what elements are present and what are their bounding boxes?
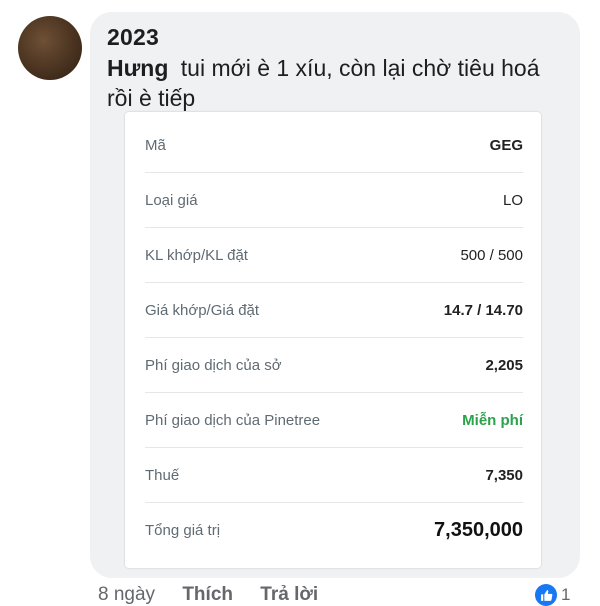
order-row-value: 2,205 (485, 356, 523, 374)
order-row-price-type: Loại giá LO (145, 173, 523, 228)
order-row-volume: KL khớp/KL đặt 500 / 500 (145, 228, 523, 283)
comment-actions: 8 ngày Thích Trả lời (98, 584, 340, 606)
order-row-exchange-fee: Phí giao dịch của sở 2,205 (145, 338, 523, 393)
comment-author-name[interactable]: Hưng (107, 55, 168, 81)
order-row-value: LO (502, 191, 523, 209)
order-row-label: Tổng giá trị (145, 521, 221, 539)
order-row-label: Phí giao dịch của sở (145, 356, 282, 374)
order-row-value: 7,350 (485, 466, 523, 484)
order-row-value: Miễn phí (462, 411, 523, 429)
comment-text: tui mới è 1 xíu, còn lại chờ tiêu hoá rồ… (107, 55, 540, 111)
order-row-value: 14.7 / 14.70 (443, 301, 523, 319)
like-button[interactable]: Thích (182, 584, 233, 605)
reaction-summary[interactable]: 1 (535, 584, 570, 606)
reaction-count: 1 (561, 585, 571, 604)
order-row-value: GEG (489, 136, 523, 154)
order-row-label: Giá khớp/Giá đặt (145, 301, 260, 319)
comment-text-block: Hưng tui mới è 1 xíu, còn lại chờ tiêu h… (107, 53, 557, 113)
order-row-value: 500 / 500 (460, 246, 523, 264)
order-row-value: 7,350,000 (434, 518, 523, 541)
order-row-label: Phí giao dịch của Pinetree (145, 411, 321, 429)
thumbs-up-icon (535, 584, 557, 606)
avatar[interactable] (18, 16, 82, 80)
order-row-symbol: Mã GEG (145, 118, 523, 173)
order-row-label: KL khớp/KL đặt (145, 246, 248, 264)
order-row-label: Mã (145, 136, 166, 154)
reply-button[interactable]: Trả lời (260, 584, 318, 605)
comment-timestamp[interactable]: 8 ngày (98, 584, 155, 605)
comment-header: 2023 (107, 24, 159, 50)
order-row-broker-fee: Phí giao dịch của Pinetree Miễn phí (145, 393, 523, 448)
order-row-label: Thuế (145, 466, 180, 484)
order-detail-card: Mã GEG Loại giá LO KL khớp/KL đặt 500 / … (125, 112, 541, 568)
order-row-price: Giá khớp/Giá đặt 14.7 / 14.70 (145, 283, 523, 338)
order-row-tax: Thuế 7,350 (145, 448, 523, 503)
order-row-total: Tổng giá trị 7,350,000 (145, 503, 523, 557)
order-row-label: Loại giá (145, 191, 198, 209)
